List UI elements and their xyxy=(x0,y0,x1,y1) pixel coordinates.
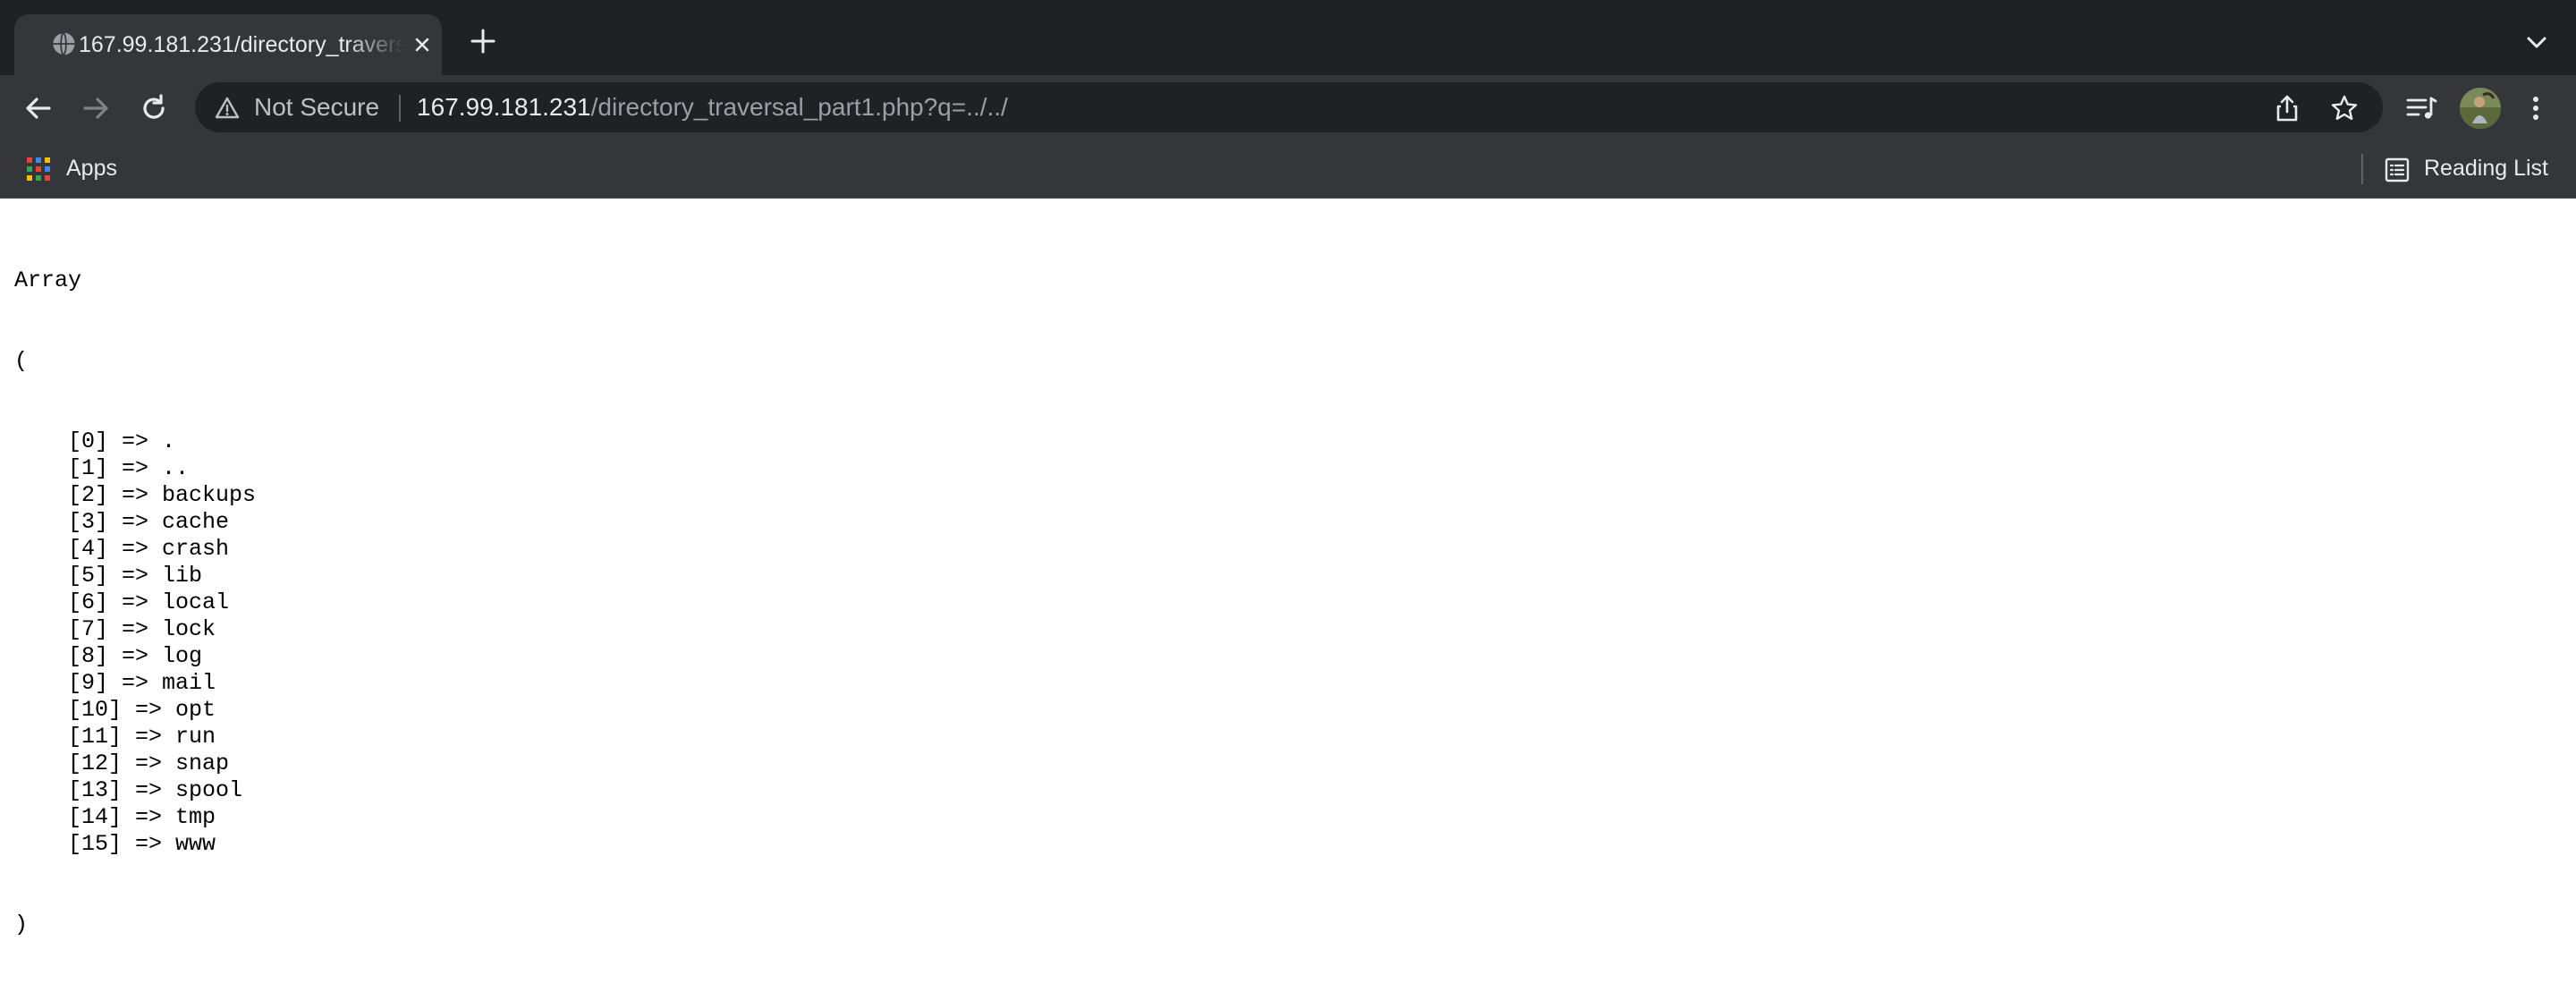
array-entry: [2] => backups xyxy=(14,482,256,509)
array-entry-value: cache xyxy=(162,509,230,535)
array-entry-value: local xyxy=(162,589,230,615)
tab-title: 167.99.181.231/directory_traversal_part1… xyxy=(79,32,404,57)
array-entry-value: log xyxy=(162,643,203,669)
array-entry-value: lib xyxy=(162,563,203,589)
array-entries: [0] => . [1] => .. [2] => backups [3] =>… xyxy=(14,428,256,858)
globe-icon xyxy=(51,31,75,56)
array-entry-key: [8] => xyxy=(68,643,163,669)
reading-list-icon xyxy=(2385,157,2410,182)
array-entry: [1] => .. xyxy=(14,455,256,482)
array-entry-value: crash xyxy=(162,536,230,562)
array-entry: [10] => opt xyxy=(14,697,256,724)
bookmarks-bar: Apps Reading List xyxy=(0,140,2576,199)
array-entry: [8] => log xyxy=(14,643,256,670)
array-entry-value: mail xyxy=(162,670,216,696)
tab-strip: 167.99.181.231/directory_traversal_part1… xyxy=(0,0,2576,75)
array-entry-value: tmp xyxy=(175,804,216,830)
array-entry-value: run xyxy=(175,724,216,750)
kebab-menu-icon[interactable] xyxy=(2519,91,2553,125)
array-entry-key: [3] => xyxy=(68,509,163,535)
array-entry-key: [11] => xyxy=(68,724,176,750)
star-icon[interactable] xyxy=(2329,93,2360,123)
array-entry: [9] => mail xyxy=(14,670,256,697)
page-content: Array ( [0] => . [1] => .. [2] => backup… xyxy=(0,199,2576,937)
back-arrow-icon[interactable] xyxy=(21,91,55,125)
array-open-paren: ( xyxy=(14,348,29,374)
array-entry-value: www xyxy=(175,831,216,857)
array-entry-value: . xyxy=(162,428,176,454)
array-entry-value: spool xyxy=(175,777,243,803)
array-entry: [12] => snap xyxy=(14,750,256,777)
array-entry-value: snap xyxy=(175,750,230,776)
avatar-image xyxy=(2460,88,2501,129)
reload-icon[interactable] xyxy=(137,91,171,125)
media-queue-icon[interactable] xyxy=(2404,91,2438,125)
array-entry-key: [5] => xyxy=(68,563,163,589)
array-entry: [0] => . xyxy=(14,428,256,455)
chevron-down-icon[interactable] xyxy=(2521,27,2553,59)
array-entry-key: [9] => xyxy=(68,670,163,696)
array-entry-key: [14] => xyxy=(68,804,176,830)
array-entry-key: [2] => xyxy=(68,482,163,508)
array-entry-key: [13] => xyxy=(68,777,176,803)
array-entry: [7] => lock xyxy=(14,616,256,643)
security-status-label[interactable]: Not Secure xyxy=(254,89,379,125)
array-entry-key: [1] => xyxy=(68,455,163,481)
bookmark-apps-label: Apps xyxy=(66,156,117,181)
array-entry: [14] => tmp xyxy=(14,804,256,831)
address-bar[interactable]: Not Secure 167.99.181.231/directory_trav… xyxy=(195,82,2383,132)
omnibox-divider xyxy=(399,95,401,122)
url-host: 167.99.181.231 xyxy=(417,93,591,121)
array-entry-key: [6] => xyxy=(68,589,163,615)
array-entry: [13] => spool xyxy=(14,777,256,804)
plus-icon[interactable] xyxy=(467,25,499,57)
bookmark-apps[interactable]: Apps xyxy=(20,148,127,188)
forward-arrow-icon[interactable] xyxy=(79,91,113,125)
url-text[interactable]: 167.99.181.231/directory_traversal_part1… xyxy=(417,89,1008,125)
array-entry: [11] => run xyxy=(14,724,256,750)
array-close-paren: ) xyxy=(14,911,29,937)
array-entry-value: lock xyxy=(162,616,216,642)
array-entry-key: [7] => xyxy=(68,616,163,642)
share-icon[interactable] xyxy=(2272,93,2302,123)
reading-list-button[interactable]: Reading List xyxy=(2379,148,2558,188)
array-entry-value: backups xyxy=(162,482,257,508)
close-icon[interactable] xyxy=(408,30,436,59)
browser-toolbar: Not Secure 167.99.181.231/directory_trav… xyxy=(0,75,2576,140)
array-entry: [5] => lib xyxy=(14,563,256,589)
array-entry: [3] => cache xyxy=(14,509,256,536)
print-r-output: Array ( [0] => . [1] => .. [2] => backup… xyxy=(14,214,256,992)
array-entry-value: .. xyxy=(162,455,190,481)
array-entry: [15] => www xyxy=(14,831,256,858)
bookmarks-divider xyxy=(2361,154,2363,184)
array-entry-key: [15] => xyxy=(68,831,176,857)
url-path: /directory_traversal_part1.php?q=../../ xyxy=(590,93,1008,121)
array-entry: [6] => local xyxy=(14,589,256,616)
reading-list-label: Reading List xyxy=(2424,156,2548,181)
warning-icon[interactable] xyxy=(215,96,240,121)
apps-grid-icon xyxy=(27,157,50,181)
browser-tab[interactable]: 167.99.181.231/directory_traversal_part1… xyxy=(14,14,442,75)
array-entry-key: [12] => xyxy=(68,750,176,776)
array-header: Array xyxy=(14,267,82,293)
array-entry-key: [10] => xyxy=(68,697,176,723)
array-entry-key: [0] => xyxy=(68,428,163,454)
array-entry: [4] => crash xyxy=(14,536,256,563)
array-entry-key: [4] => xyxy=(68,536,163,562)
profile-avatar[interactable] xyxy=(2460,88,2501,129)
array-entry-value: opt xyxy=(175,697,216,723)
